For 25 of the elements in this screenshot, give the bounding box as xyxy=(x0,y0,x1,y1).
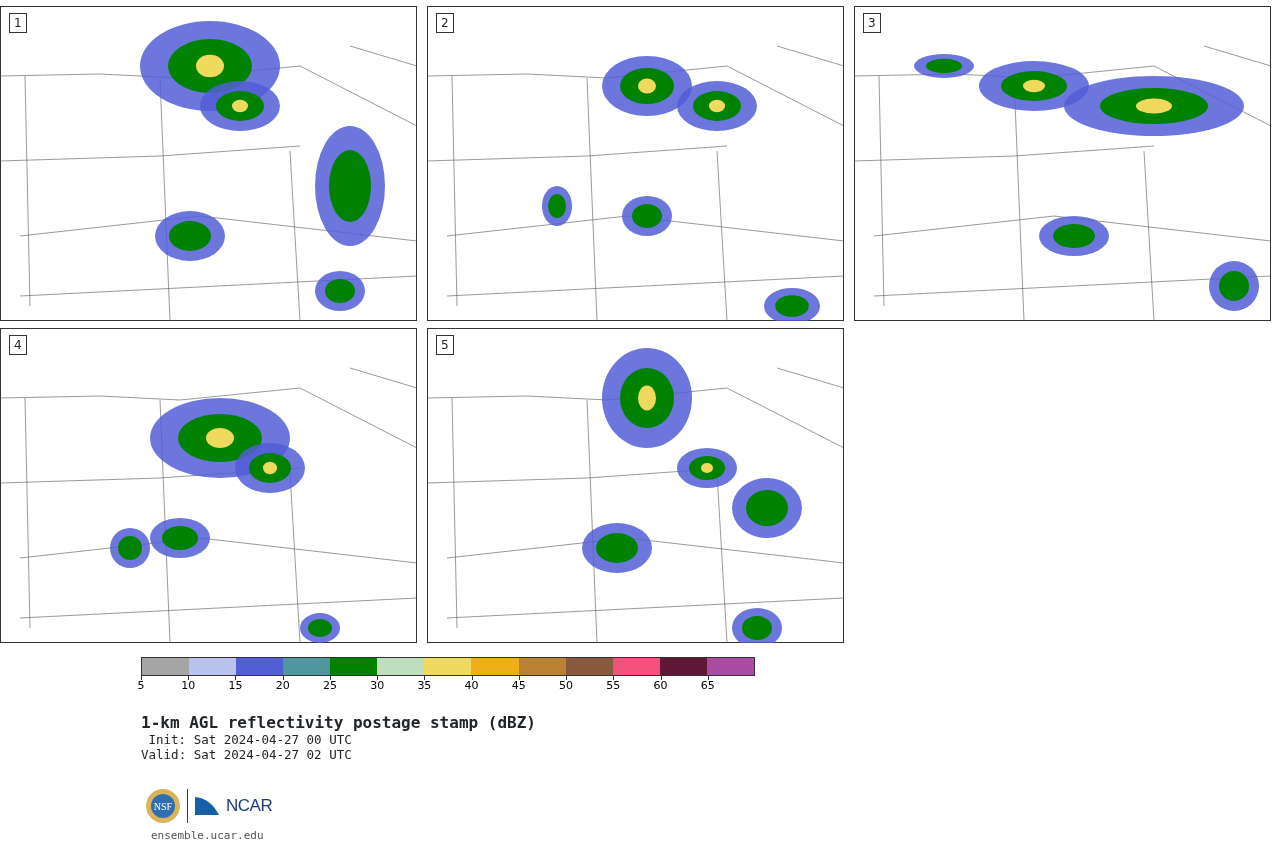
tick-label: 5 xyxy=(137,680,145,692)
panel-number: 2 xyxy=(436,13,454,33)
tick-label: 60 xyxy=(653,680,668,692)
tick-label: 35 xyxy=(417,680,432,692)
tick-label: 50 xyxy=(559,680,574,692)
panel-number: 3 xyxy=(863,13,881,33)
chart-title: 1-km AGL reflectivity postage stamp (dBZ) xyxy=(141,714,537,732)
site-address: ensemble.ucar.edu xyxy=(151,828,265,844)
panel-number: 5 xyxy=(436,335,454,355)
tick-label: 55 xyxy=(606,680,621,692)
logo-text: NCAR xyxy=(226,795,273,818)
tick-label: 15 xyxy=(228,680,243,692)
panel-number: 1 xyxy=(9,13,27,33)
arc-logo-icon xyxy=(194,796,220,816)
panel-number: 4 xyxy=(9,335,27,355)
tick-label: 25 xyxy=(322,680,337,692)
init-time: Init: Sat 2024-04-27 00 UTC xyxy=(147,732,353,747)
seal-logo: NSF xyxy=(145,788,181,824)
tick-label: 45 xyxy=(511,680,526,692)
valid-time: Valid: Sat 2024-04-27 02 UTC xyxy=(141,747,353,762)
tick-label: 65 xyxy=(700,680,715,692)
tick-label: 10 xyxy=(181,680,196,692)
tick-label: 20 xyxy=(275,680,290,692)
tick-label: 40 xyxy=(464,680,479,692)
tick-label: 30 xyxy=(370,680,385,692)
